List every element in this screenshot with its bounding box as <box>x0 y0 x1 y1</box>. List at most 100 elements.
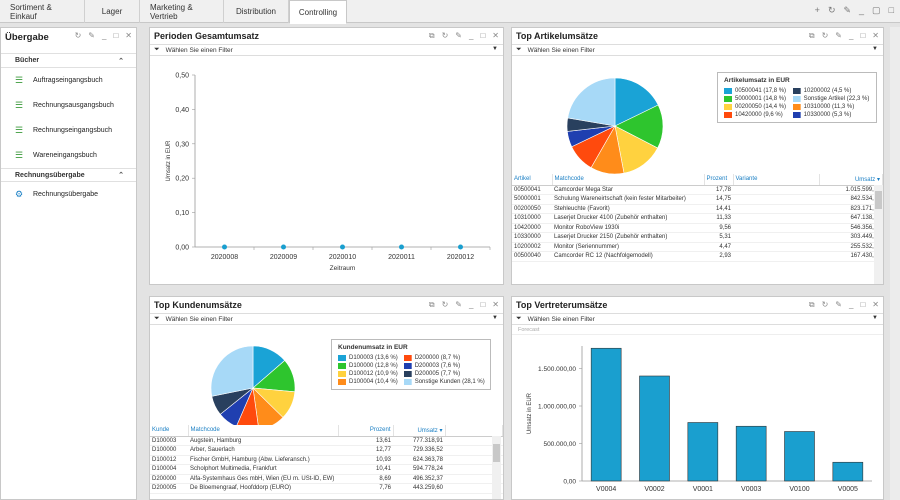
copy-icon[interactable]: ⧉ <box>429 31 435 41</box>
col-matchcode[interactable]: Matchcode <box>552 174 705 186</box>
refresh-icon[interactable]: ↻ <box>822 31 829 41</box>
y-axis-label: Umsatz in EUR <box>527 392 533 434</box>
chevron-up-icon[interactable]: ⌃ <box>118 57 124 65</box>
y-tick-label: 0,00 <box>563 479 576 486</box>
minimize-icon[interactable]: _ <box>469 31 473 41</box>
maximize-icon[interactable]: □ <box>860 31 865 41</box>
table-row[interactable]: 00500040 Camcorder RC 12 (Nachfolgemodell… <box>512 251 883 262</box>
col-umsatz[interactable]: Umsatz ▾ <box>393 425 446 437</box>
wrench-icon[interactable]: ✎ <box>88 31 95 40</box>
legend-label: 10200002 (4,5 %) <box>803 88 852 94</box>
list-item[interactable]: ☰ Rechnungseingangsbuch <box>1 118 136 143</box>
minimize-icon[interactable]: _ <box>849 31 853 41</box>
section-label: Rechnungsübergabe <box>15 171 85 179</box>
wrench-icon[interactable]: ✎ <box>843 5 851 16</box>
list-item[interactable]: ☰ Auftragseingangsbuch <box>1 68 136 93</box>
table-row[interactable]: D100004 Scholphort Multimedia, Frankfurt 1… <box>150 464 503 475</box>
filter-select[interactable]: ⏷ Wählen Sie einen Filter ▼ <box>150 313 503 325</box>
table-row[interactable]: 10420000 Monitor RoboView 1930i 9,56 546.35… <box>512 223 883 233</box>
col-artikel[interactable]: Artikel <box>512 174 553 186</box>
table-row[interactable]: 50000001 Schulung Wareneirtschaft (kein f… <box>512 194 883 205</box>
col-kunde[interactable]: Kunde <box>150 425 189 437</box>
maximize-icon[interactable]: □ <box>480 300 485 310</box>
add-icon[interactable]: + <box>815 5 820 16</box>
table-row[interactable]: 00200050 Stehleuchte (Favorit) 14,41 823.17… <box>512 204 883 214</box>
copy-icon[interactable]: ⧉ <box>429 300 435 310</box>
wrench-icon[interactable]: ✎ <box>455 31 462 41</box>
tab-distribution[interactable]: Distribution <box>224 0 289 23</box>
bar <box>735 425 767 482</box>
maximize-icon[interactable]: □ <box>860 300 865 310</box>
close-icon[interactable]: ✕ <box>492 300 499 310</box>
scrollbar[interactable] <box>874 185 883 284</box>
dropdown-arrow-icon[interactable]: ▼ <box>872 315 878 321</box>
filter-select[interactable]: ⏷ Wählen Sie einen Filter ▼ <box>150 44 503 56</box>
panel-controls: ⧉ ↻ ✎ _ □ ✕ <box>429 300 499 310</box>
maximize-icon[interactable]: □ <box>113 31 118 40</box>
table-row[interactable]: 10200002 Monitor (Seriennummer) 4,47 255.53… <box>512 242 883 252</box>
wrench-icon[interactable]: ✎ <box>835 300 842 310</box>
list-item[interactable]: ⚙ Rechnungsübergabe <box>1 182 136 207</box>
tab-lager[interactable]: Lager <box>85 0 140 23</box>
table-cell: 14,41 <box>704 204 733 214</box>
chevron-up-icon[interactable]: ⌃ <box>118 171 124 179</box>
refresh-icon[interactable]: ↻ <box>442 300 449 310</box>
refresh-icon[interactable]: ↻ <box>75 31 82 40</box>
minimize-icon[interactable]: _ <box>859 5 864 16</box>
section-buecher[interactable]: Bücher ⌃ <box>1 54 136 68</box>
y-tick-label: 1.500.000,00 <box>538 366 576 373</box>
tab-controlling[interactable]: Controlling <box>289 0 347 24</box>
dropdown-arrow-icon[interactable]: ▼ <box>872 46 878 52</box>
tab-sortiment[interactable]: Sortiment & Einkauf <box>0 0 85 23</box>
table-row[interactable]: 10310000 Laserjet Drucker 4100 (Zubehör e… <box>512 213 883 224</box>
section-rechnungsuebergabe[interactable]: Rechnungsübergabe ⌃ <box>1 168 136 182</box>
data-point <box>399 244 404 250</box>
restore-icon[interactable]: ▢ <box>872 5 881 16</box>
col-matchcode[interactable]: Matchcode <box>188 425 339 437</box>
table-row[interactable]: 10330000 Laserjet Drucker 2150 (Zubehör e… <box>512 232 883 243</box>
tab-marketing[interactable]: Marketing & Vertrieb <box>140 0 224 23</box>
close-icon[interactable]: ✕ <box>125 31 132 40</box>
forecast-button[interactable]: Forecast <box>512 325 883 335</box>
close-icon[interactable]: ✕ <box>872 31 879 41</box>
dropdown-arrow-icon[interactable]: ▼ <box>492 315 498 321</box>
table-row[interactable]: D100003 Augstein, Hamburg 13,61 777.318,91 <box>150 436 503 446</box>
table-row[interactable]: D100000 Arber, Sauerlach 12,77 729.336,52 <box>150 445 503 456</box>
col-variante[interactable]: Variante <box>733 174 820 186</box>
minimize-icon[interactable]: _ <box>469 300 473 310</box>
table-row[interactable]: D100012 Fischer GmbH, Hamburg (Abw. Liefe… <box>150 455 503 465</box>
dropdown-arrow-icon[interactable]: ▼ <box>492 46 498 52</box>
close-icon[interactable]: ✕ <box>872 300 879 310</box>
col-prozent[interactable]: Prozent <box>338 425 394 437</box>
y-tick-label: 1.000.000,00 <box>538 404 576 411</box>
table-row[interactable]: D200000 Alfa-Systemhaus Ges mbH, Wien (EU… <box>150 474 503 484</box>
table-row[interactable]: D200005 De Bloemengraaf, Hoofddorp (EURO)… <box>150 483 503 494</box>
legend-entry: D100012 (10,9 %) <box>338 371 398 377</box>
refresh-icon[interactable]: ↻ <box>828 5 836 16</box>
filter-select[interactable]: ⏷ Wählen Sie einen Filter ▼ <box>512 44 883 56</box>
minimize-icon[interactable]: _ <box>102 31 106 40</box>
filter-select[interactable]: ⏷ Wählen Sie einen Filter ▼ <box>512 313 883 325</box>
copy-icon[interactable]: ⧉ <box>809 31 815 41</box>
refresh-icon[interactable]: ↻ <box>442 31 449 41</box>
list-item[interactable]: ☰ Wareneingangsbuch <box>1 143 136 168</box>
minimize-icon[interactable]: _ <box>849 300 853 310</box>
table-cell <box>733 213 819 224</box>
copy-icon[interactable]: ⧉ <box>809 300 815 310</box>
maximize-icon[interactable]: □ <box>480 31 485 41</box>
maximize-icon[interactable]: □ <box>889 5 894 16</box>
close-icon[interactable]: ✕ <box>492 31 499 41</box>
scrollbar[interactable] <box>492 436 501 499</box>
list-item[interactable]: ☰ Rechnungsausgangsbuch <box>1 93 136 118</box>
table-cell: 2,93 <box>704 251 733 262</box>
wrench-icon[interactable]: ✎ <box>455 300 462 310</box>
table-cell: Laserjet Drucker 4100 (Zubehör enthalten… <box>552 213 704 224</box>
x-tick-label: V0100 <box>789 486 809 493</box>
table-cell: Monitor (Seriennummer) <box>552 242 704 252</box>
col-umsatz[interactable]: Umsatz ▾ <box>819 174 883 186</box>
wrench-icon[interactable]: ✎ <box>835 31 842 41</box>
legend-entry: D100000 (12,8 %) <box>338 363 398 369</box>
table-row[interactable]: 00500041 Camcorder Mega Star 17,78 1.015.59… <box>512 185 883 195</box>
col-prozent[interactable]: Prozent <box>704 174 734 186</box>
refresh-icon[interactable]: ↻ <box>822 300 829 310</box>
